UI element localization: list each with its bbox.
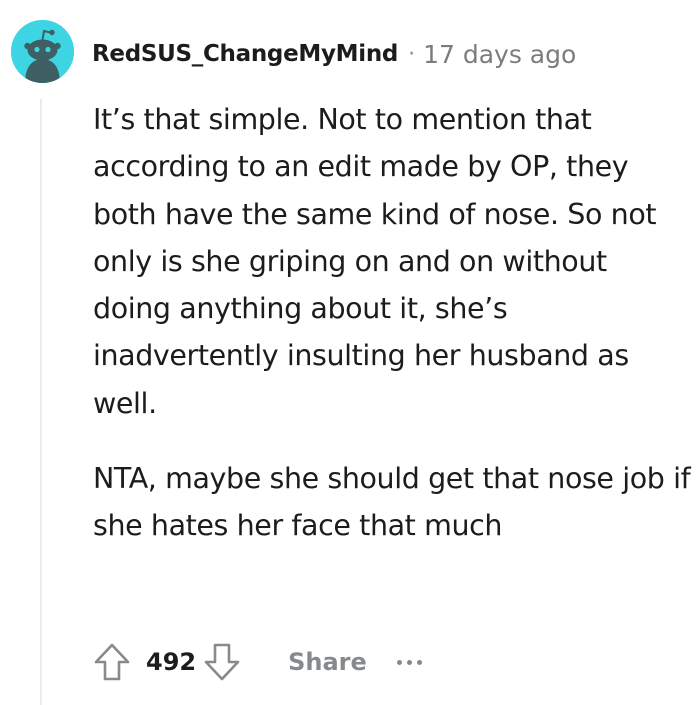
comment-actions: 492 Share: [90, 638, 422, 686]
more-dot: [416, 659, 422, 665]
meta-separator: ·: [408, 41, 416, 67]
avatar[interactable]: [11, 20, 74, 83]
comment: RedSUS_ChangeMyMind · 17 days ago It’s t…: [0, 0, 700, 705]
share-button[interactable]: Share: [288, 648, 367, 676]
upvote-arrow-icon[interactable]: [90, 639, 134, 685]
comment-paragraph: NTA, maybe she should get that nose job …: [93, 462, 691, 543]
reddit-snoo-avatar-icon: [11, 20, 74, 83]
comment-meta: RedSUS_ChangeMyMind · 17 days ago: [92, 36, 576, 72]
comment-timestamp[interactable]: 17 days ago: [423, 40, 576, 69]
downvote-arrow-icon[interactable]: [200, 639, 244, 685]
comment-body: It’s that simple. Not to mention that ac…: [93, 96, 693, 550]
more-options-icon[interactable]: [396, 659, 422, 665]
more-dot: [406, 659, 412, 665]
vote-score: 492: [146, 648, 197, 676]
thread-collapse-line[interactable]: [40, 99, 42, 705]
comment-author-link[interactable]: RedSUS_ChangeMyMind: [92, 41, 398, 67]
comment-paragraph: It’s that simple. Not to mention that ac…: [93, 103, 657, 420]
more-dot: [396, 659, 402, 665]
